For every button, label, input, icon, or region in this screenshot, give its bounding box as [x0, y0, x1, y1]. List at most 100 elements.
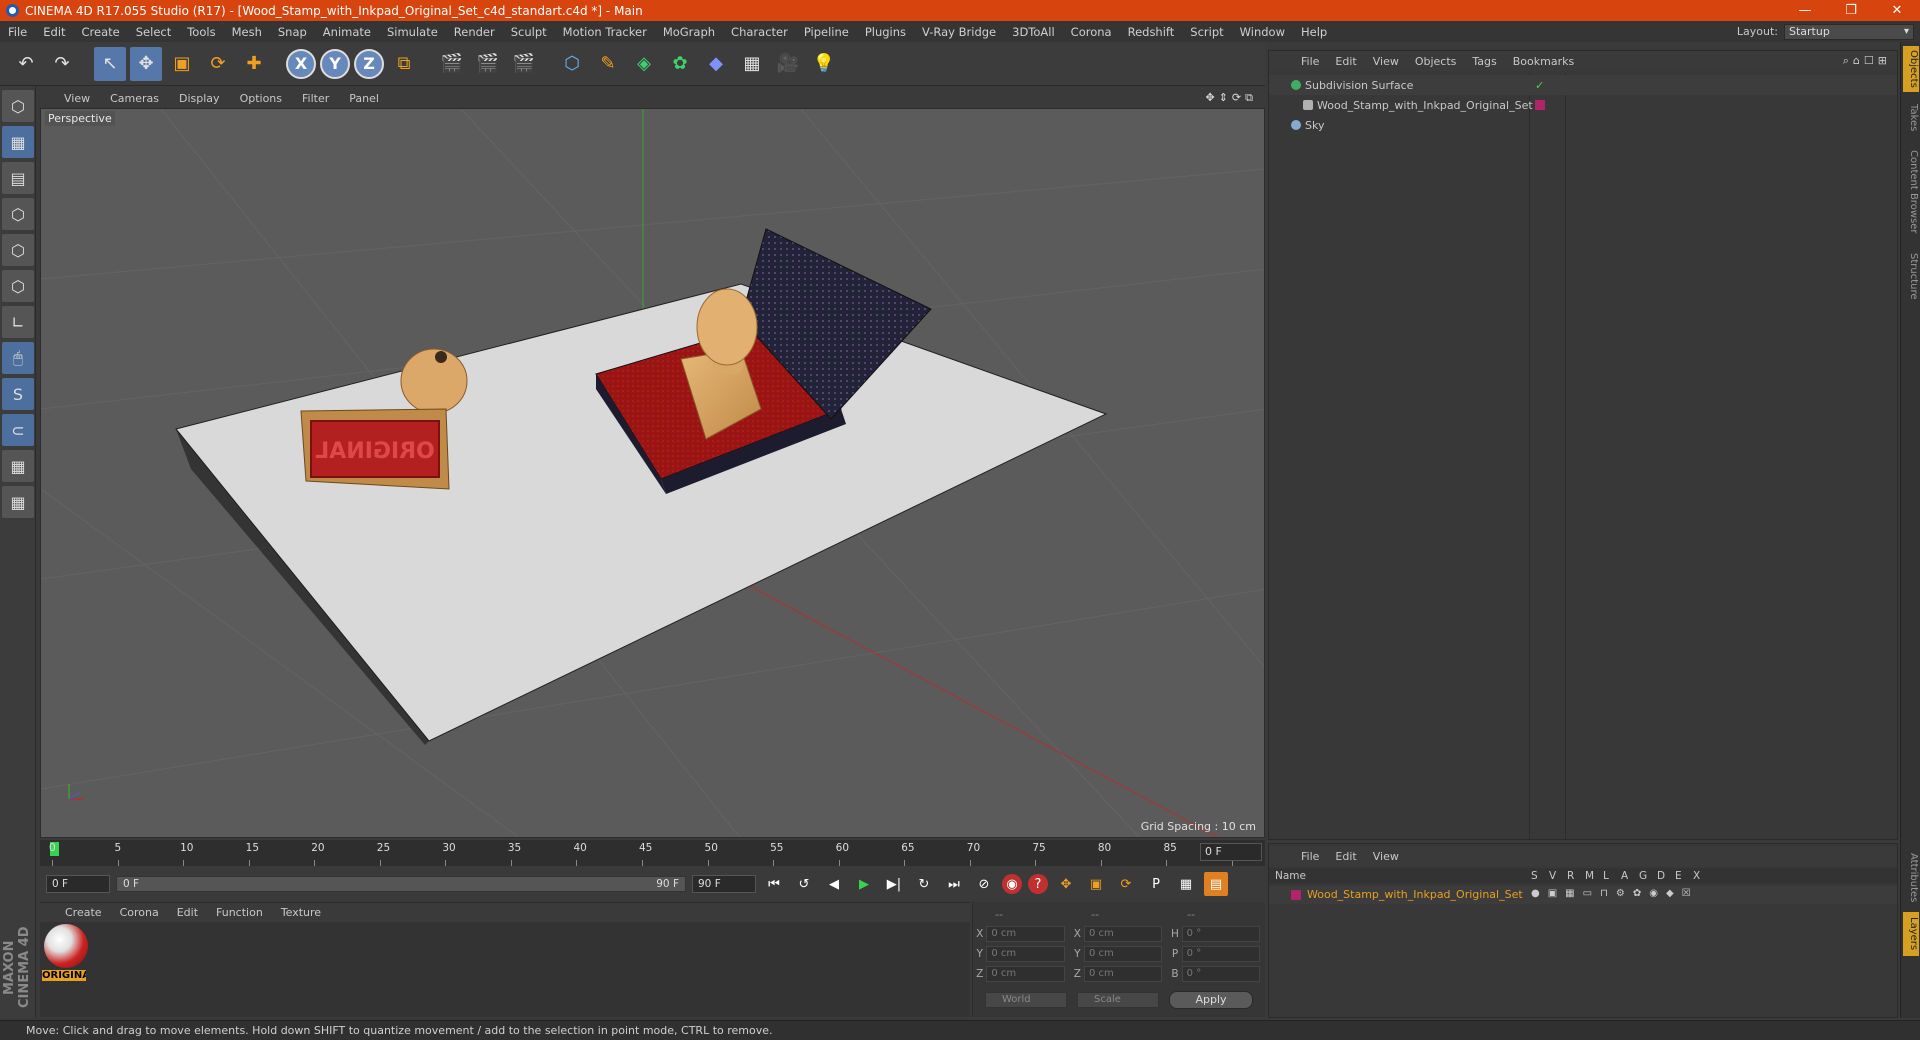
rotation-p-field[interactable]: 0 ° [1181, 946, 1261, 962]
layer-toggle-icons[interactable]: ●▣▦▭⊓⚙✿◉◆☒ [1531, 888, 1699, 899]
tab-structure[interactable]: Structure [1903, 248, 1919, 304]
tab-attributes[interactable]: Attributes [1903, 848, 1919, 908]
select-tool-icon[interactable]: ↖ [94, 46, 126, 81]
tab-objects[interactable]: Objects [1903, 46, 1919, 92]
step-back-icon[interactable]: ◀ [822, 872, 846, 896]
cube-primitive-icon[interactable]: ⬡ [556, 47, 588, 81]
menu-animate[interactable]: Animate [315, 25, 379, 39]
tab-takes[interactable]: Takes [1903, 100, 1919, 136]
deformer-icon[interactable]: ◆ [700, 47, 732, 81]
menu-mograph[interactable]: MoGraph [655, 25, 723, 39]
snap-icon[interactable]: ⊂ [2, 414, 34, 446]
make-editable-icon[interactable]: ⬡ [2, 90, 34, 122]
menu-corona[interactable]: Corona [1063, 25, 1120, 39]
current-frame-field[interactable]: 0 F [1200, 843, 1262, 861]
viewport-menu-cameras[interactable]: Cameras [100, 92, 169, 105]
auto-keying-icon[interactable]: ? [1028, 874, 1048, 894]
grid-icon[interactable]: ▦ [2, 486, 34, 518]
menu-pipeline[interactable]: Pipeline [796, 25, 857, 39]
layer-menu-edit[interactable]: Edit [1327, 850, 1364, 863]
viewport-menu-display[interactable]: Display [169, 92, 230, 105]
timeline-ruler[interactable]: 051015202530354045505560657075808590 [40, 840, 1265, 866]
workplane-mode-icon[interactable]: ⬡ [2, 198, 34, 230]
object-menu-objects[interactable]: Objects [1407, 55, 1465, 68]
model-mode-icon[interactable]: ▦ [2, 126, 34, 158]
size-y-field[interactable]: 0 cm [1084, 946, 1163, 962]
subdivision-surface-icon[interactable]: ◈ [628, 47, 660, 81]
menu-window[interactable]: Window [1232, 25, 1293, 39]
key-scale-icon[interactable]: ▣ [1084, 872, 1108, 896]
viewport-menu-filter[interactable]: Filter [292, 92, 339, 105]
menu-mesh[interactable]: Mesh [224, 25, 270, 39]
material-menu-edit[interactable]: Edit [168, 906, 207, 919]
camera-icon[interactable]: 🎥 [772, 47, 804, 81]
menu-simulate[interactable]: Simulate [379, 25, 446, 39]
enabled-check-icon[interactable]: ✓ [1535, 79, 1544, 92]
material-menu-corona[interactable]: Corona [111, 906, 168, 919]
polygons-mode-icon[interactable]: ∟ [2, 306, 34, 338]
redo-icon[interactable]: ↷ [46, 47, 78, 81]
coordinate-space-dropdown[interactable]: World [985, 992, 1067, 1008]
size-x-field[interactable]: 0 cm [1084, 926, 1163, 942]
tweak-mode-icon[interactable]: S [2, 378, 34, 410]
size-z-field[interactable]: 0 cm [1084, 966, 1163, 982]
end-frame-field[interactable]: 90 F [692, 875, 756, 893]
material-menu-texture[interactable]: Texture [272, 906, 330, 919]
axis-mode-icon[interactable]: 🖱 [2, 342, 34, 374]
menu-create[interactable]: Create [74, 25, 128, 39]
layer-color-tag[interactable] [1535, 100, 1545, 110]
key-rotation-icon[interactable]: ⟳ [1114, 872, 1138, 896]
material-menu-function[interactable]: Function [207, 906, 272, 919]
position-y-field[interactable]: 0 cm [986, 946, 1065, 962]
layer-menu-view[interactable]: View [1365, 850, 1407, 863]
menu-3dtoall[interactable]: 3DToAll [1004, 25, 1063, 39]
menu-select[interactable]: Select [128, 25, 179, 39]
edges-mode-icon[interactable]: ⬡ [2, 270, 34, 302]
menu-help[interactable]: Help [1293, 25, 1335, 39]
rotation-h-field[interactable]: 0 ° [1181, 926, 1261, 942]
timeline-window-icon[interactable]: ▤ [1204, 872, 1228, 896]
move-tool-icon[interactable]: ✥ [130, 46, 162, 81]
layer-row[interactable]: Wood_Stamp_with_Inkpad_Original_Set ●▣▦▭… [1269, 886, 1897, 904]
render-to-picture-viewer-icon[interactable]: 🎬 [472, 47, 504, 81]
play-icon[interactable]: ▶ [852, 872, 876, 896]
perspective-viewport[interactable]: ORIGINAL Perspective Grid Spacing : 10 c… [40, 108, 1265, 838]
layer-menu-file[interactable]: File [1293, 850, 1327, 863]
add-tool-icon[interactable]: ✚ [238, 47, 270, 81]
step-forward-icon[interactable]: ▶| [882, 872, 906, 896]
object-menu-file[interactable]: File [1293, 55, 1327, 68]
light-icon[interactable]: 💡 [808, 47, 840, 81]
position-z-field[interactable]: 0 cm [986, 966, 1065, 982]
object-name[interactable]: Subdivision Surface [1305, 79, 1413, 92]
size-mode-dropdown[interactable]: Scale [1077, 992, 1159, 1008]
start-frame-field[interactable]: 0 F [46, 875, 110, 893]
menu-vray-bridge[interactable]: V-Ray Bridge [914, 25, 1004, 39]
pen-spline-icon[interactable]: ✎ [592, 47, 624, 81]
object-menu-edit[interactable]: Edit [1327, 55, 1364, 68]
motion-path-icon[interactable]: ⊘ [972, 872, 996, 896]
menu-render[interactable]: Render [446, 25, 503, 39]
layout-select[interactable]: Startup [1784, 23, 1914, 40]
apply-button[interactable]: Apply [1169, 991, 1253, 1009]
record-keys-icon[interactable]: ◉ [1002, 874, 1022, 894]
workplane-lock-icon[interactable]: ▦ [2, 450, 34, 482]
render-view-icon[interactable]: 🎬 [436, 47, 468, 81]
undo-icon[interactable]: ↶ [10, 47, 42, 81]
viewport-menu-panel[interactable]: Panel [339, 92, 389, 105]
texture-mode-icon[interactable]: ▤ [2, 162, 34, 194]
object-manager-search-icons[interactable]: ⌕⌂☐⊞ [1843, 54, 1897, 68]
y-axis-lock-button[interactable]: Y [320, 48, 350, 79]
key-parameter-icon[interactable]: P [1144, 872, 1168, 896]
coordinate-system-icon[interactable]: ⧉ [388, 47, 420, 81]
menu-tools[interactable]: Tools [179, 25, 223, 39]
floor-icon[interactable]: ▦ [736, 47, 768, 81]
array-icon[interactable]: ✿ [664, 47, 696, 81]
next-key-icon[interactable]: ↻ [912, 872, 936, 896]
menu-plugins[interactable]: Plugins [857, 25, 914, 39]
tab-content-browser[interactable]: Content Browser [1903, 144, 1919, 240]
menu-redshift[interactable]: Redshift [1120, 25, 1183, 39]
key-position-icon[interactable]: ✥ [1054, 872, 1078, 896]
object-menu-tags[interactable]: Tags [1464, 55, 1504, 68]
menu-motion-tracker[interactable]: Motion Tracker [555, 25, 655, 39]
close-button[interactable]: ✕ [1874, 3, 1920, 18]
